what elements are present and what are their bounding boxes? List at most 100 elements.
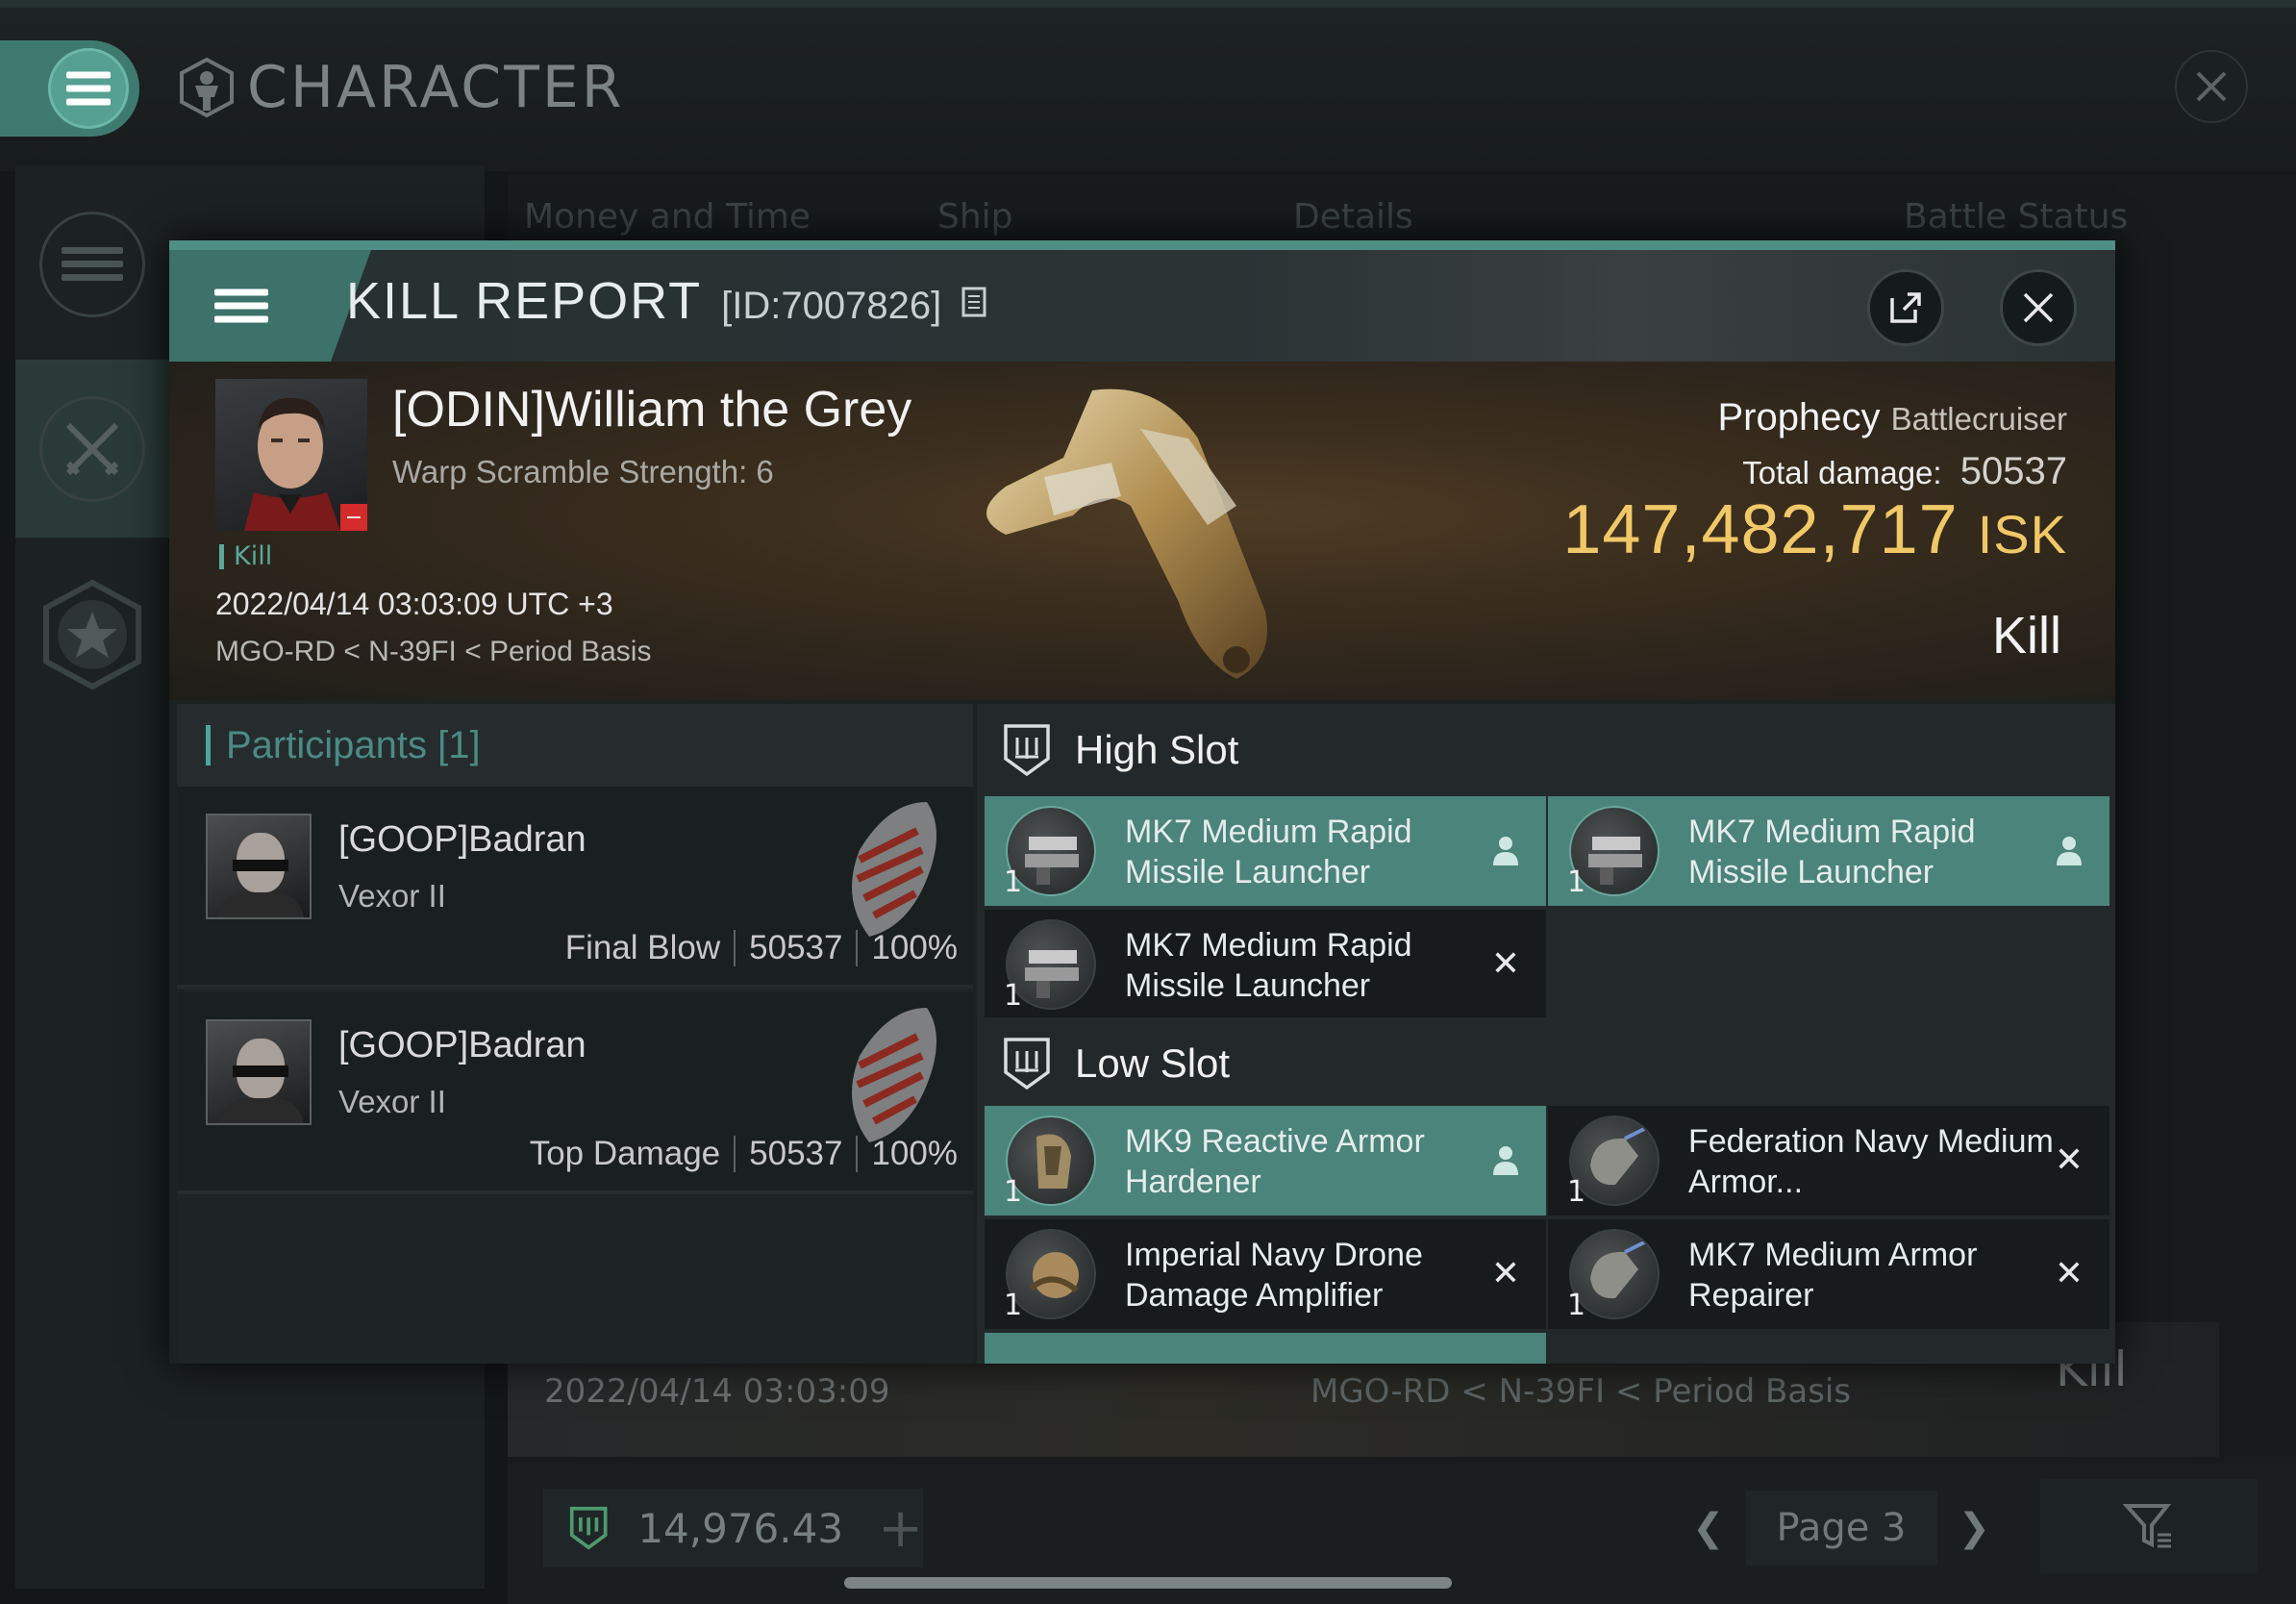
module-quantity: 1 xyxy=(1004,1175,1023,1209)
filter-icon xyxy=(2123,1504,2172,1548)
star-badge-icon xyxy=(43,579,141,689)
modal-menu-button[interactable] xyxy=(169,250,313,362)
victim-portrait[interactable]: − xyxy=(215,379,367,531)
module-item-partial[interactable] xyxy=(985,1333,1546,1364)
modal-title-text: KILL REPORT xyxy=(346,272,703,330)
participant-percent: 100% xyxy=(871,1135,958,1172)
prev-page-button[interactable]: ❮ xyxy=(1692,1506,1725,1550)
module-item[interactable]: 1 Federation Navy Medium Armor... ✕ xyxy=(1548,1106,2109,1216)
top-strip xyxy=(0,0,2296,8)
participant-ship: Vexor II xyxy=(338,878,446,914)
pager: ❮ Page 3 ❯ xyxy=(1692,1489,1990,1567)
tab-money-and-time[interactable]: Money and Time xyxy=(524,197,811,237)
filter-button[interactable] xyxy=(2040,1479,2258,1573)
external-link-icon xyxy=(1890,292,1921,323)
total-damage: Total damage: 50537 xyxy=(1742,450,2067,493)
nav-item-list[interactable] xyxy=(15,175,169,353)
app-close-button[interactable] xyxy=(2175,50,2248,123)
victim-ship-image[interactable] xyxy=(948,371,1352,698)
ship-name[interactable]: Prophecy xyxy=(1717,396,1880,439)
participant-percent: 100% xyxy=(871,929,958,966)
participant-avatar xyxy=(206,1019,312,1125)
kill-tag: Kill xyxy=(219,543,272,569)
close-icon: ✕ xyxy=(2054,1140,2084,1180)
wallet-icon xyxy=(569,1506,608,1550)
low-slot-header: Low Slot xyxy=(977,1017,2115,1110)
participant-row[interactable]: [GOOP]Badran Vexor II Final Blow 50537 1… xyxy=(177,787,973,989)
participant-ship-image xyxy=(852,1008,936,1142)
tab-details[interactable]: Details xyxy=(1293,197,1413,237)
slot-shield-icon xyxy=(1004,724,1050,777)
isk-amount: 147,482,717 xyxy=(1562,491,1959,568)
participant-name: [GOOP]Badran xyxy=(338,1025,586,1065)
add-funds-button[interactable]: + xyxy=(878,1497,923,1560)
high-slot-header: High Slot xyxy=(977,704,2115,796)
module-quantity: 1 xyxy=(1567,1175,1586,1209)
module-item[interactable]: 1 MK7 Medium Rapid Missile Launcher xyxy=(985,796,1546,906)
horizontal-scrollbar[interactable] xyxy=(844,1577,1452,1589)
module-name: MK7 Medium Rapid Missile Launcher xyxy=(1125,927,1412,1004)
participant-damage: 50537 xyxy=(749,929,843,966)
fittings-panel: High Slot 1 MK7 Medium Rapid Missile Lau… xyxy=(977,704,2115,1364)
ship-info: Prophecy Battlecruiser xyxy=(1717,396,2067,439)
module-item[interactable]: 1 Imperial Navy Drone Damage Amplifier ✕ xyxy=(985,1219,1546,1329)
participant-stats: Final Blow 50537 100% xyxy=(565,929,958,967)
module-quantity: 1 xyxy=(1004,1289,1023,1322)
next-page-button[interactable]: ❯ xyxy=(1958,1506,1990,1550)
module-quantity: 1 xyxy=(1567,865,1586,899)
character-icon xyxy=(180,57,234,118)
nav-item-medals[interactable] xyxy=(15,545,169,723)
result-label: Kill xyxy=(1991,607,2061,664)
isk-unit: ISK xyxy=(1977,504,2067,564)
participant-row[interactable]: [GOOP]Badran Vexor II Top Damage 50537 1… xyxy=(177,992,973,1194)
participant-name: [GOOP]Badran xyxy=(338,819,586,860)
module-item[interactable]: 1 MK7 Medium Rapid Missile Launcher xyxy=(1548,796,2109,906)
module-name: Federation Navy Medium Armor... xyxy=(1688,1123,2054,1200)
victim-name[interactable]: [ODIN]William the Grey xyxy=(392,381,911,439)
copy-icon[interactable] xyxy=(961,286,987,318)
module-item[interactable]: 1 MK7 Medium Rapid Missile Launcher ✕ xyxy=(985,910,1546,1019)
kill-datetime: 2022/04/14 03:03:09 UTC +3 xyxy=(215,587,613,621)
balance-box: 14,976.43 + xyxy=(543,1489,923,1567)
main-menu-button[interactable] xyxy=(48,48,129,129)
modal-close-button[interactable] xyxy=(2000,269,2077,346)
participant-avatar xyxy=(206,814,312,919)
module-name: MK7 Medium Rapid Missile Launcher xyxy=(1688,814,1976,890)
tab-battle-status[interactable]: Battle Status xyxy=(1904,197,2128,237)
module-name: MK7 Medium Rapid Missile Launcher xyxy=(1125,814,1412,890)
app-title-text: CHARACTER xyxy=(247,54,625,121)
participants-label: Participants [1] xyxy=(206,725,481,765)
participant-ship: Vexor II xyxy=(338,1084,446,1119)
hamburger-icon xyxy=(214,283,268,330)
participants-header: Participants [1] xyxy=(177,704,973,787)
module-quantity: 1 xyxy=(1004,979,1023,1013)
hamburger-icon xyxy=(66,65,111,113)
standing-badge: − xyxy=(340,504,367,531)
participants-panel: Participants [1] [GOOP]Badran Vexor II F… xyxy=(177,704,973,1364)
module-item[interactable]: 1 MK7 Medium Armor Repairer ✕ xyxy=(1548,1219,2109,1329)
balance-value: 14,976.43 xyxy=(637,1504,844,1552)
module-item[interactable]: 1 MK9 Reactive Armor Hardener xyxy=(985,1106,1546,1216)
module-quantity: 1 xyxy=(1004,865,1023,899)
kill-summary: − [ODIN]William the Grey Warp Scramble S… xyxy=(169,362,2115,700)
person-icon xyxy=(1486,831,1525,869)
ship-class: Battlecruiser xyxy=(1890,401,2067,437)
close-icon xyxy=(2196,71,2227,102)
module-name: Imperial Navy Drone Damage Amplifier xyxy=(1125,1237,1423,1314)
crossed-swords-icon xyxy=(39,395,145,502)
modal-header: KILL REPORT [ID:7007826] xyxy=(169,250,2115,362)
kill-report-modal: KILL REPORT [ID:7007826] − [ODIN]William… xyxy=(169,240,2115,1364)
kill-location[interactable]: MGO-RD < N-39FI < Period Basis xyxy=(215,636,651,668)
module-name: MK7 Medium Armor Repairer xyxy=(1688,1237,1978,1314)
list-icon xyxy=(39,211,145,317)
row-location: MGO-RD < N-39FI < Period Basis xyxy=(1310,1372,1852,1411)
warp-scramble-strength: Warp Scramble Strength: 6 xyxy=(392,454,774,489)
participant-stats: Top Damage 50537 100% xyxy=(530,1135,958,1173)
share-button[interactable] xyxy=(1867,269,1944,346)
nav-item-combat[interactable] xyxy=(15,360,169,538)
total-damage-label: Total damage: xyxy=(1742,455,1942,490)
close-icon: ✕ xyxy=(2054,1253,2084,1293)
page-label: Page 3 xyxy=(1745,1491,1937,1566)
tab-ship[interactable]: Ship xyxy=(937,197,1013,237)
app-title: CHARACTER xyxy=(176,54,624,121)
